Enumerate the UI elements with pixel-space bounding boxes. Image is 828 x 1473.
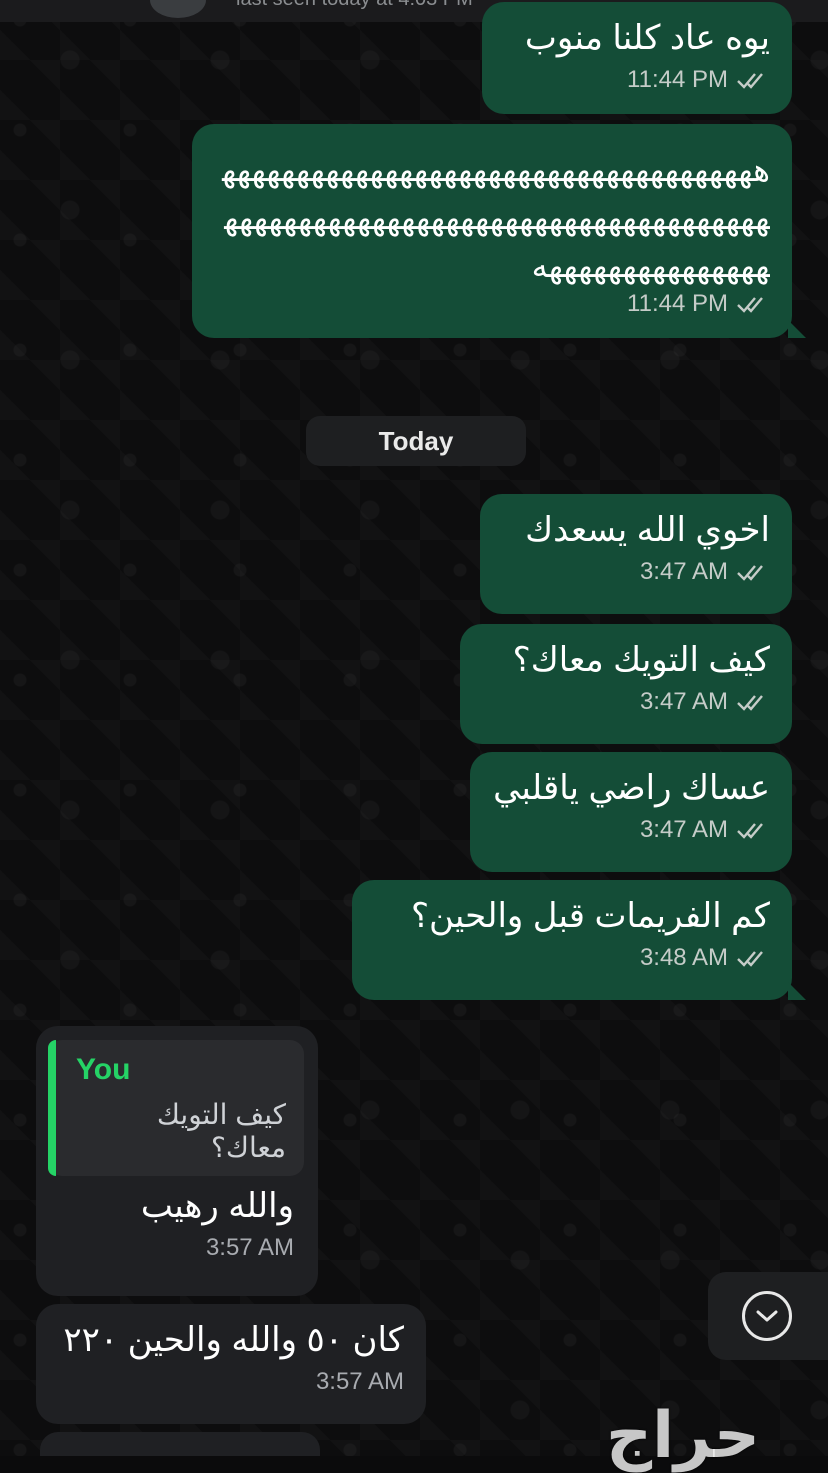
- message-bubble-incoming[interactable]: [40, 1432, 320, 1456]
- message-time: 3:57 AM: [205, 1234, 294, 1261]
- double-check-icon: [737, 823, 763, 839]
- date-divider: Today: [306, 416, 526, 466]
- double-check-icon: [737, 951, 763, 967]
- message-bubble-outgoing[interactable]: عساك راضي ياقلبي 3:47 AM: [470, 752, 792, 872]
- message-bubble-outgoing[interactable]: هههههههههههههههههههههههههههههههههههههههه…: [192, 124, 806, 338]
- last-seen-status: last seen today at 4:03 PM: [236, 0, 473, 11]
- message-text: اخوي الله يسعدك: [525, 511, 770, 549]
- message-time: 11:44 PM: [627, 290, 728, 317]
- message-time: 11:44 PM: [627, 66, 728, 93]
- message-text: يوه عاد كلنا منوب: [524, 19, 770, 57]
- message-time: 3:57 AM: [315, 1368, 404, 1395]
- message-bubble-outgoing[interactable]: كيف التويك معاك؟ 3:47 AM: [460, 624, 792, 744]
- double-check-icon: [737, 297, 763, 313]
- message-text: كم الفريمات قبل والحين؟: [410, 897, 770, 935]
- reply-author: You: [76, 1053, 131, 1086]
- message-text: كان ٥٠ والله والحين ٢٢٠: [63, 1321, 404, 1359]
- reply-accent-bar: [48, 1040, 56, 1176]
- message-bubble-outgoing[interactable]: كم الفريمات قبل والحين؟ 3:48 AM: [352, 880, 806, 1000]
- message-text: هههههههههههههههههههههههههههههههههههههههه…: [222, 152, 770, 284]
- double-check-icon: [737, 565, 763, 581]
- message-bubble-incoming[interactable]: You كيف التويك معاك؟ والله رهيب 3:57 AM: [36, 1026, 318, 1296]
- scroll-to-bottom-button[interactable]: [708, 1272, 828, 1360]
- message-time: 3:48 AM: [639, 944, 728, 971]
- message-bubble-outgoing[interactable]: اخوي الله يسعدك 3:47 AM: [480, 494, 792, 614]
- message-text: عساك راضي ياقلبي: [493, 769, 770, 807]
- bubble-tail: [788, 320, 806, 338]
- contact-avatar[interactable]: [150, 0, 206, 18]
- message-bubble-outgoing[interactable]: يوه عاد كلنا منوب 11:44 PM: [482, 2, 792, 114]
- double-check-icon: [737, 73, 763, 89]
- quoted-reply[interactable]: You كيف التويك معاك؟: [48, 1040, 304, 1176]
- message-time: 3:47 AM: [639, 558, 728, 585]
- message-bubble-incoming[interactable]: كان ٥٠ والله والحين ٢٢٠ 3:57 AM: [36, 1304, 426, 1424]
- reply-quoted-text: كيف التويك معاك؟: [156, 1099, 286, 1163]
- message-text: كيف التويك معاك؟: [512, 641, 770, 679]
- message-time: 3:47 AM: [639, 816, 728, 843]
- message-text: والله رهيب: [140, 1187, 294, 1225]
- watermark-logo: حراج: [606, 1399, 760, 1471]
- chevron-down-icon: [742, 1291, 792, 1341]
- message-time: 3:47 AM: [639, 688, 728, 715]
- double-check-icon: [737, 695, 763, 711]
- bubble-tail: [788, 982, 806, 1000]
